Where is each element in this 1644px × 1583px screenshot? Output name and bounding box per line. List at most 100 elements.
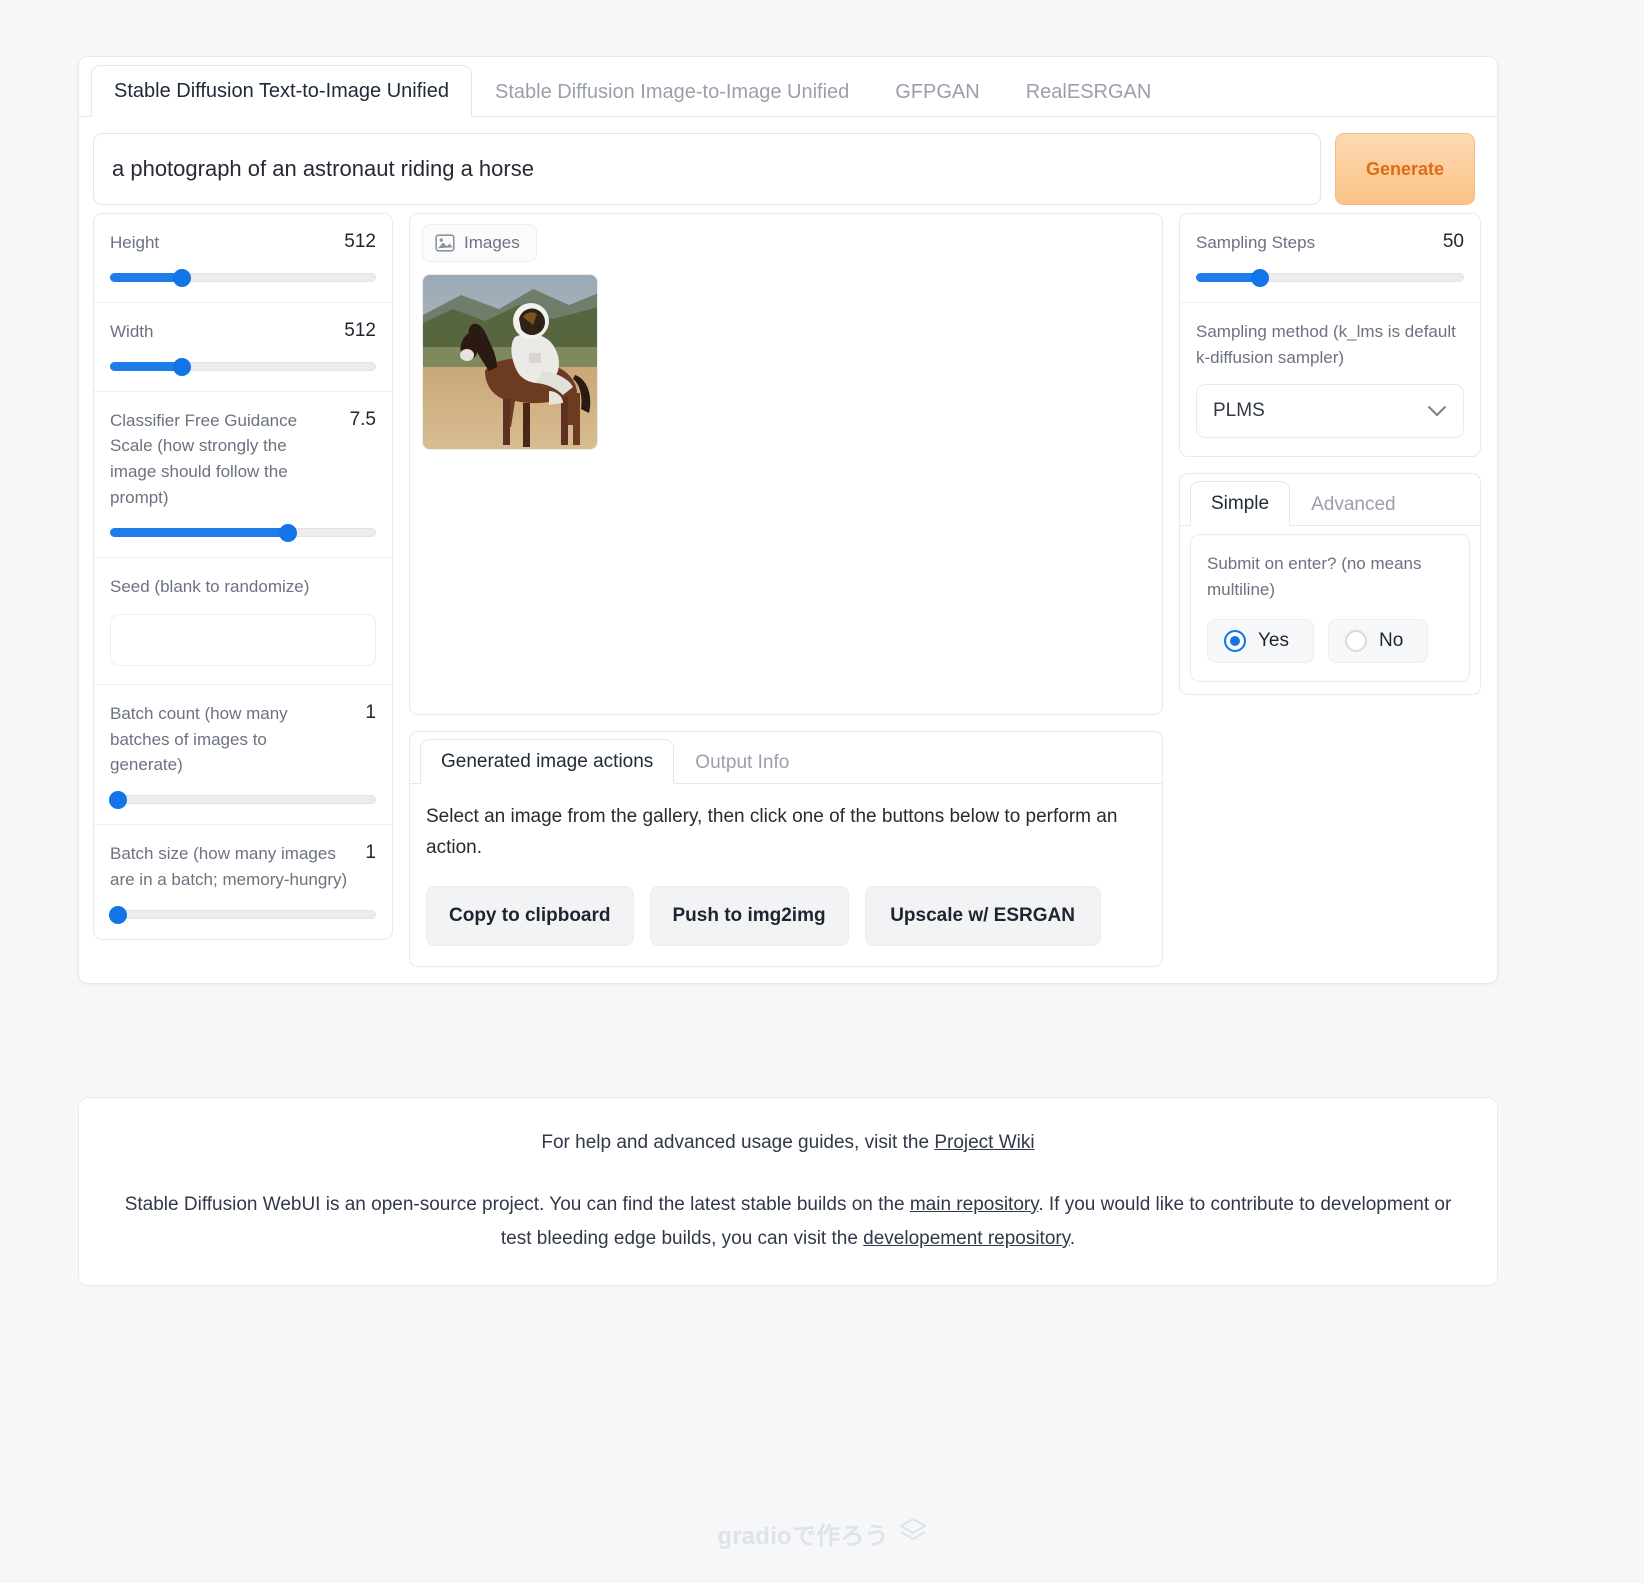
height-value: 512 — [344, 231, 376, 252]
image-icon — [435, 234, 455, 252]
footer-card: For help and advanced usage guides, visi… — [78, 1097, 1498, 1287]
gradio-brand-text: gradioで作ろう — [717, 1523, 889, 1550]
field-seed: Seed (blank to randomize) — [94, 558, 392, 685]
batch-count-label: Batch count (how many batches of images … — [110, 703, 288, 775]
upscale-esrgan-button[interactable]: Upscale w/ ESRGAN — [864, 885, 1101, 947]
left-settings-column: Height 512 Width 512 Classifier Free Gui… — [93, 213, 393, 940]
footer-repo-text-a: Stable Diffusion WebUI is an open-source… — [124, 1193, 910, 1215]
actions-tabbar: Generated image actions Output Info — [410, 732, 1162, 784]
project-wiki-link[interactable]: Project Wiki — [934, 1132, 1034, 1153]
app-root: Stable Diffusion Text-to-Image Unified S… — [0, 0, 1644, 1583]
gradio-brand[interactable]: gradioで作ろう — [0, 1516, 1644, 1551]
slider-knob[interactable] — [172, 268, 191, 287]
slider-knob[interactable] — [279, 523, 298, 542]
tab-realesrgan[interactable]: RealESRGAN — [1003, 66, 1175, 117]
slider-fill — [110, 527, 289, 537]
slider-knob[interactable] — [172, 357, 191, 376]
footer-repo-text-c: . — [1069, 1227, 1076, 1249]
push-to-img2img-button[interactable]: Push to img2img — [649, 885, 849, 947]
radio-yes[interactable]: Yes — [1207, 619, 1314, 664]
sampling-method-dropdown[interactable]: PLMS — [1196, 384, 1464, 439]
actions-description: Select an image from the gallery, then c… — [426, 806, 1118, 858]
field-batch-size: Batch size (how many images are in a bat… — [94, 825, 392, 939]
slider-knob[interactable] — [1251, 268, 1270, 287]
height-label: Height — [110, 233, 160, 252]
batch-size-label: Batch size (how many images are in a bat… — [110, 844, 348, 890]
actions-button-row: Copy to clipboard Push to img2img Upscal… — [426, 885, 1146, 947]
field-height: Height 512 — [94, 214, 392, 303]
slider-knob[interactable] — [108, 905, 127, 924]
field-batch-count: Batch count (how many batches of images … — [94, 685, 392, 826]
prompt-row: a photograph of an astronaut riding a ho… — [79, 117, 1497, 213]
gallery-tab-label: Images — [464, 233, 520, 252]
slider-fill — [110, 272, 182, 282]
submit-on-enter-group: Submit on enter? (no means multiline) Ye… — [1190, 534, 1470, 683]
width-slider[interactable] — [110, 357, 376, 376]
main-app-card: Stable Diffusion Text-to-Image Unified S… — [78, 56, 1498, 985]
chevron-down-icon — [1427, 405, 1447, 417]
generated-image-actions-panel: Generated image actions Output Info Sele… — [409, 731, 1163, 968]
mode-tabbar: Simple Advanced — [1180, 474, 1480, 527]
slider-fill — [110, 361, 182, 371]
prompt-input[interactable]: a photograph of an astronaut riding a ho… — [93, 133, 1321, 205]
slider-track — [110, 909, 376, 919]
right-settings-column: Sampling Steps 50 Sampling method (k_lms… — [1179, 213, 1481, 696]
radio-no-label: No — [1379, 630, 1404, 652]
tab-txt2img[interactable]: Stable Diffusion Text-to-Image Unified — [91, 65, 472, 117]
slider-track — [110, 795, 376, 805]
gallery-images-tab[interactable]: Images — [422, 224, 537, 262]
gradio-logo-icon — [899, 1517, 927, 1550]
sampling-panel: Sampling Steps 50 Sampling method (k_lms… — [1179, 213, 1481, 458]
sampling-method-value: PLMS — [1213, 400, 1265, 422]
submit-on-enter-label: Submit on enter? (no means multiline) — [1207, 554, 1422, 600]
field-width: Width 512 — [94, 303, 392, 392]
footer-line-repos: Stable Diffusion WebUI is an open-source… — [119, 1188, 1457, 1256]
actions-body: Select an image from the gallery, then c… — [410, 784, 1162, 966]
slider-knob[interactable] — [108, 791, 127, 810]
radio-no[interactable]: No — [1328, 619, 1429, 664]
cfg-label: Classifier Free Guidance Scale (how stro… — [110, 410, 298, 508]
copy-to-clipboard-button[interactable]: Copy to clipboard — [426, 885, 634, 947]
height-slider[interactable] — [110, 268, 376, 287]
mode-body: Submit on enter? (no means multiline) Ye… — [1180, 526, 1480, 694]
tab-generated-image-actions[interactable]: Generated image actions — [420, 739, 675, 784]
radio-dot-icon — [1345, 630, 1367, 653]
gallery-thumbnail[interactable] — [422, 274, 598, 450]
gallery-panel: Images — [409, 213, 1163, 715]
field-sampling-steps: Sampling Steps 50 — [1180, 214, 1480, 303]
batch-size-slider[interactable] — [108, 905, 376, 924]
batch-count-slider[interactable] — [108, 791, 376, 810]
field-sampling-method: Sampling method (k_lms is default k-diff… — [1180, 303, 1480, 457]
cfg-value: 7.5 — [349, 408, 376, 430]
width-value: 512 — [344, 319, 376, 341]
footer-wiki-text: For help and advanced usage guides, visi… — [541, 1132, 935, 1153]
sampling-steps-value: 50 — [1442, 231, 1464, 252]
mode-panel: Simple Advanced Submit on enter? (no mea… — [1179, 473, 1481, 696]
seed-input[interactable] — [110, 613, 376, 666]
tab-img2img[interactable]: Stable Diffusion Image-to-Image Unified — [472, 66, 872, 117]
main-repository-link[interactable]: main repository — [910, 1194, 1038, 1215]
cfg-slider[interactable] — [110, 523, 376, 542]
field-cfg-scale: Classifier Free Guidance Scale (how stro… — [94, 392, 392, 558]
left-settings-panel: Height 512 Width 512 Classifier Free Gui… — [93, 213, 393, 940]
submit-on-enter-radios: Yes No — [1207, 619, 1453, 664]
top-tabbar: Stable Diffusion Text-to-Image Unified S… — [79, 57, 1497, 117]
seed-label: Seed (blank to randomize) — [110, 576, 310, 596]
tab-simple[interactable]: Simple — [1190, 481, 1291, 527]
batch-size-value: 1 — [365, 842, 376, 864]
tab-output-info[interactable]: Output Info — [674, 740, 810, 784]
sampling-steps-slider[interactable] — [1196, 268, 1464, 287]
center-column: Images Generated image actions Output In… — [409, 213, 1163, 968]
radio-yes-label: Yes — [1258, 630, 1289, 652]
sampling-steps-label: Sampling Steps — [1196, 233, 1316, 252]
batch-count-value: 1 — [365, 701, 376, 723]
tab-gfpgan[interactable]: GFPGAN — [872, 66, 1002, 117]
tab-advanced[interactable]: Advanced — [1290, 482, 1417, 526]
generate-button[interactable]: Generate — [1335, 133, 1475, 205]
radio-dot-selected-icon — [1224, 630, 1246, 653]
development-repository-link[interactable]: developement repository — [863, 1228, 1070, 1249]
sampling-method-label: Sampling method (k_lms is default k-diff… — [1196, 321, 1456, 367]
main-columns: Height 512 Width 512 Classifier Free Gui… — [79, 213, 1497, 968]
footer-line-wiki: For help and advanced usage guides, visi… — [119, 1126, 1457, 1160]
field-submit-on-enter: Submit on enter? (no means multiline) Ye… — [1191, 535, 1469, 681]
